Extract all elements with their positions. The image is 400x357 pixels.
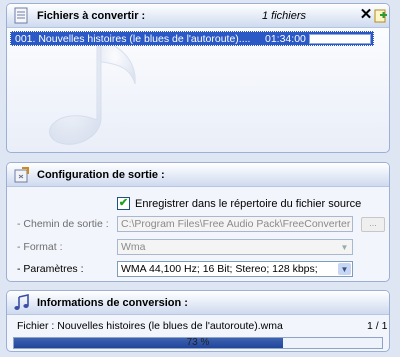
info-panel: Informations de conversion : Fichier : N… — [6, 290, 390, 352]
chevron-down-icon[interactable]: ▼ — [338, 241, 351, 253]
format-label: - Format : — [17, 241, 63, 253]
file-counter: 1 / 1 — [367, 320, 388, 332]
file-progress-bar — [309, 34, 371, 44]
conversion-progress-bar: 73 % — [13, 337, 383, 349]
info-panel-header: Informations de conversion : — [7, 291, 389, 315]
file-name: 001. Nouvelles histoires (le blues de l'… — [15, 33, 251, 45]
format-select[interactable]: Wma ▼ — [117, 239, 353, 255]
output-path-label: - Chemin de sortie : — [17, 218, 109, 230]
chevron-down-icon[interactable]: ▼ — [338, 263, 351, 275]
files-panel-header: Fichiers à convertir : — [7, 4, 389, 28]
music-note-watermark-icon — [49, 37, 136, 145]
save-in-source-checkbox[interactable]: ✔ Enregistrer dans le répertoire du fich… — [117, 197, 361, 210]
browse-button[interactable]: ... — [361, 217, 385, 232]
params-label: - Paramètres : — [17, 263, 84, 275]
params-value: WMA 44,100 Hz; 16 Bit; Stereo; 128 kbps; — [121, 263, 318, 275]
file-duration: 01:34:00 — [265, 33, 306, 45]
info-panel-title: Informations de conversion : — [37, 296, 188, 309]
files-panel-title: Fichiers à convertir : — [37, 9, 146, 22]
files-count: 1 fichiers — [262, 10, 307, 22]
files-panel: Fichiers à convertir : 1 fichiers ✕ 001.… — [6, 3, 390, 153]
output-path-value: C:\Program Files\Free Audio Pack\FreeCon… — [121, 218, 351, 230]
config-panel-header: Configuration de sortie : — [7, 163, 389, 187]
format-value: Wma — [121, 241, 146, 253]
config-panel-title: Configuration de sortie : — [37, 168, 165, 181]
output-path-input[interactable]: C:\Program Files\Free Audio Pack\FreeCon… — [117, 216, 353, 232]
settings-icon — [14, 166, 29, 182]
save-in-source-label: Enregistrer dans le répertoire du fichie… — [135, 197, 362, 210]
music-note-icon — [14, 293, 29, 310]
params-select[interactable]: WMA 44,100 Hz; 16 Bit; Stereo; 128 kbps;… — [117, 261, 353, 277]
add-file-icon[interactable] — [374, 8, 388, 23]
checkbox-checked-icon[interactable]: ✔ — [117, 197, 130, 210]
progress-text: 73 % — [186, 337, 210, 348]
files-list-icon — [14, 7, 28, 23]
file-list-item[interactable]: 001. Nouvelles histoires (le blues de l'… — [10, 31, 374, 46]
config-panel: Configuration de sortie : ✔ Enregistrer … — [6, 162, 390, 282]
current-file-text: Fichier : Nouvelles histoires (le blues … — [17, 320, 283, 332]
close-icon[interactable]: ✕ — [359, 7, 373, 23]
